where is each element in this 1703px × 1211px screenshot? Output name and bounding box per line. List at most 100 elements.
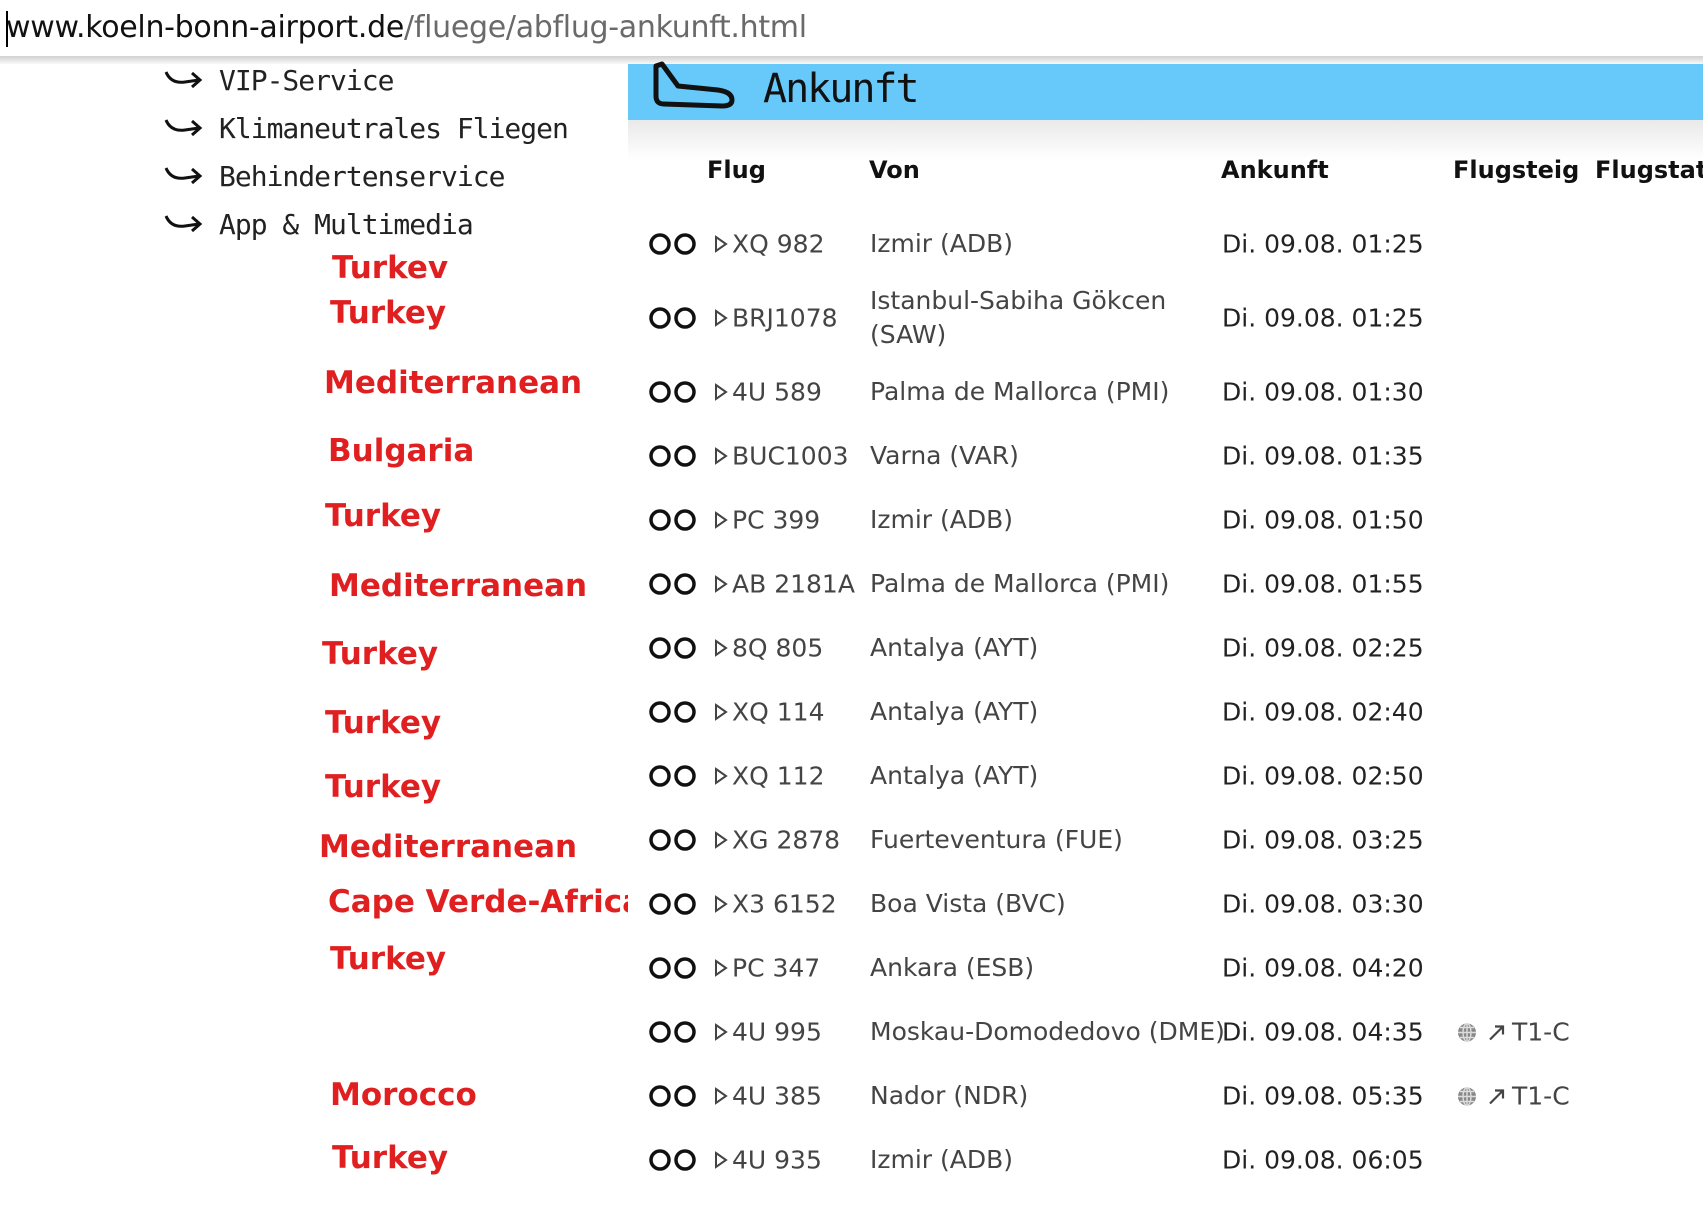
expand-triangle-icon[interactable]	[714, 575, 728, 593]
flight-number[interactable]: BUC1003	[732, 442, 849, 471]
external-link-arrow-icon[interactable]	[1486, 1085, 1508, 1107]
watch-flight-icon[interactable]	[648, 828, 698, 852]
expand-triangle-icon[interactable]	[714, 767, 728, 785]
annotation-label: Morocco	[330, 1077, 477, 1113]
external-link-arrow-icon[interactable]	[1486, 1021, 1508, 1043]
flight-number[interactable]: 4U 995	[732, 1018, 822, 1047]
expand-triangle-icon[interactable]	[714, 831, 728, 849]
table-row[interactable]: 4U 589 Palma de Mallorca (PMI) Di. 09.08. …	[628, 360, 1703, 424]
flight-number[interactable]: 4U 385	[732, 1082, 822, 1111]
flight-number[interactable]: 8Q 805	[732, 634, 823, 663]
watch-flight-icon[interactable]	[648, 636, 698, 660]
expand-triangle-icon[interactable]	[714, 309, 728, 327]
flight-number[interactable]: PC 347	[732, 954, 820, 983]
table-row[interactable]: AB 2181A Palma de Mallorca (PMI) Di. 09.08…	[628, 552, 1703, 616]
curved-arrow-icon	[164, 215, 203, 233]
expand-triangle-icon[interactable]	[714, 447, 728, 465]
flight-number[interactable]: 4U 589	[732, 378, 822, 407]
watch-flight-icon[interactable]	[648, 508, 698, 532]
table-row[interactable]: 4U 995 Moskau-Domodedovo (DME) Di. 09.08. …	[628, 1000, 1703, 1064]
table-row[interactable]: 4U 385 Nador (NDR) Di. 09.08. 05:35 T1-C	[628, 1064, 1703, 1128]
nav-item-behindertenservice[interactable]: Behindertenservice	[163, 156, 505, 196]
section-title: Ankunft	[763, 66, 920, 112]
url-text[interactable]: www.koeln-bonn-airport.de/fluege/abflug-…	[6, 10, 807, 45]
table-row[interactable]: PC 399 Izmir (ADB) Di. 09.08. 01:50	[628, 488, 1703, 552]
annotation-label: Turkey	[322, 636, 439, 672]
table-row[interactable]: BRJ1078 Istanbul-Sabiha Gökcen (SAW) Di. 0…	[628, 278, 1703, 358]
annotation-label: Turkey	[332, 1140, 449, 1176]
origin: Boa Vista (BVC)	[870, 889, 1066, 918]
nav-item-app-multimedia[interactable]: App & Multimedia	[163, 204, 474, 244]
arrival-time: Di. 09.08. 01:25	[1222, 229, 1424, 259]
table-row[interactable]: XG 2878 Fuerteventura (FUE) Di. 09.08. 03:…	[628, 808, 1703, 872]
table-row[interactable]: PC 347 Ankara (ESB) Di. 09.08. 04:20	[628, 936, 1703, 1000]
flight-number[interactable]: PC 399	[732, 506, 820, 535]
origin: Moskau-Domodedovo (DME)	[870, 1017, 1225, 1046]
expand-triangle-icon[interactable]	[714, 959, 728, 977]
origin: Izmir (ADB)	[870, 229, 1014, 258]
watch-flight-icon[interactable]	[648, 380, 698, 404]
url-host: www.koeln-bonn-airport.de	[6, 10, 405, 45]
gate-label: T1-C	[1512, 1081, 1570, 1111]
watch-flight-icon[interactable]	[648, 572, 698, 596]
flight-number[interactable]: XQ 112	[732, 762, 824, 791]
flight-number[interactable]: XQ 114	[732, 698, 824, 727]
table-row[interactable]: X3 6152 Boa Vista (BVC) Di. 09.08. 03:30	[628, 872, 1703, 936]
nav-item-label: App & Multimedia	[219, 207, 474, 241]
arrival-time: Di. 09.08. 02:40	[1222, 697, 1424, 727]
column-header-gate[interactable]: Flugsteig	[1453, 156, 1579, 184]
watch-flight-icon[interactable]	[648, 306, 698, 330]
watch-flight-icon[interactable]	[648, 1148, 698, 1172]
flight-number[interactable]: AB 2181A	[732, 570, 855, 599]
annotation-label: Mediterranean	[324, 365, 583, 401]
expand-triangle-icon[interactable]	[714, 1023, 728, 1041]
expand-triangle-icon[interactable]	[714, 1087, 728, 1105]
annotation-label: Cape Verde-Africa	[328, 884, 644, 920]
arrival-time: Di. 09.08. 04:35	[1222, 1017, 1424, 1047]
watch-flight-icon[interactable]	[648, 892, 698, 916]
watch-flight-icon[interactable]	[648, 1084, 698, 1108]
arrival-time: Di. 09.08. 02:50	[1222, 761, 1424, 791]
table-row[interactable]: XQ 982 Izmir (ADB) Di. 09.08. 01:25	[628, 212, 1703, 276]
flight-number[interactable]: XQ 982	[732, 230, 824, 259]
column-header-arrival[interactable]: Ankunft	[1221, 156, 1329, 184]
watch-flight-icon[interactable]	[648, 700, 698, 724]
watch-flight-icon[interactable]	[648, 232, 698, 256]
annotation-label: Turkey	[325, 769, 442, 805]
column-header-status[interactable]: Flugstat	[1595, 156, 1703, 184]
gate-label: T1-C	[1512, 1017, 1570, 1047]
expand-triangle-icon[interactable]	[714, 383, 728, 401]
origin: Izmir (ADB)	[870, 505, 1014, 534]
expand-triangle-icon[interactable]	[714, 703, 728, 721]
table-row[interactable]: 8Q 805 Antalya (AYT) Di. 09.08. 02:25	[628, 616, 1703, 680]
plane-landing-icon	[653, 61, 735, 109]
flight-number[interactable]: X3 6152	[732, 890, 837, 919]
expand-triangle-icon[interactable]	[714, 511, 728, 529]
origin: Palma de Mallorca (PMI)	[870, 377, 1170, 406]
flight-number[interactable]: 4U 935	[732, 1146, 822, 1175]
table-row[interactable]: 4U 935 Izmir (ADB) Di. 09.08. 06:05	[628, 1128, 1703, 1192]
expand-triangle-icon[interactable]	[714, 235, 728, 253]
annotation-label: Turkey	[330, 941, 447, 977]
nav-item-vip-service[interactable]: VIP-Service	[163, 60, 394, 100]
arrival-time: Di. 09.08. 03:30	[1222, 889, 1424, 919]
nav-item-label: Behindertenservice	[219, 159, 505, 193]
table-row[interactable]: XQ 112 Antalya (AYT) Di. 09.08. 02:50	[628, 744, 1703, 808]
expand-triangle-icon[interactable]	[714, 895, 728, 913]
column-header-from[interactable]: Von	[869, 156, 920, 184]
watch-flight-icon[interactable]	[648, 444, 698, 468]
watch-flight-icon[interactable]	[648, 764, 698, 788]
origin: Varna (VAR)	[870, 441, 1019, 470]
expand-triangle-icon[interactable]	[714, 639, 728, 657]
nav-item-klimaneutrales-fliegen[interactable]: Klimaneutrales Fliegen	[163, 108, 569, 148]
table-row[interactable]: BUC1003 Varna (VAR) Di. 09.08. 01:35	[628, 424, 1703, 488]
flight-number[interactable]: BRJ1078	[732, 304, 838, 333]
table-row[interactable]: XQ 114 Antalya (AYT) Di. 09.08. 02:40	[628, 680, 1703, 744]
gate-cell: T1-C	[1456, 1082, 1570, 1111]
expand-triangle-icon[interactable]	[714, 1151, 728, 1169]
flight-number[interactable]: XG 2878	[732, 826, 840, 855]
column-header-flight[interactable]: Flug	[707, 156, 766, 184]
address-bar[interactable]: www.koeln-bonn-airport.de/fluege/abflug-…	[0, 0, 1703, 57]
watch-flight-icon[interactable]	[648, 956, 698, 980]
watch-flight-icon[interactable]	[648, 1020, 698, 1044]
